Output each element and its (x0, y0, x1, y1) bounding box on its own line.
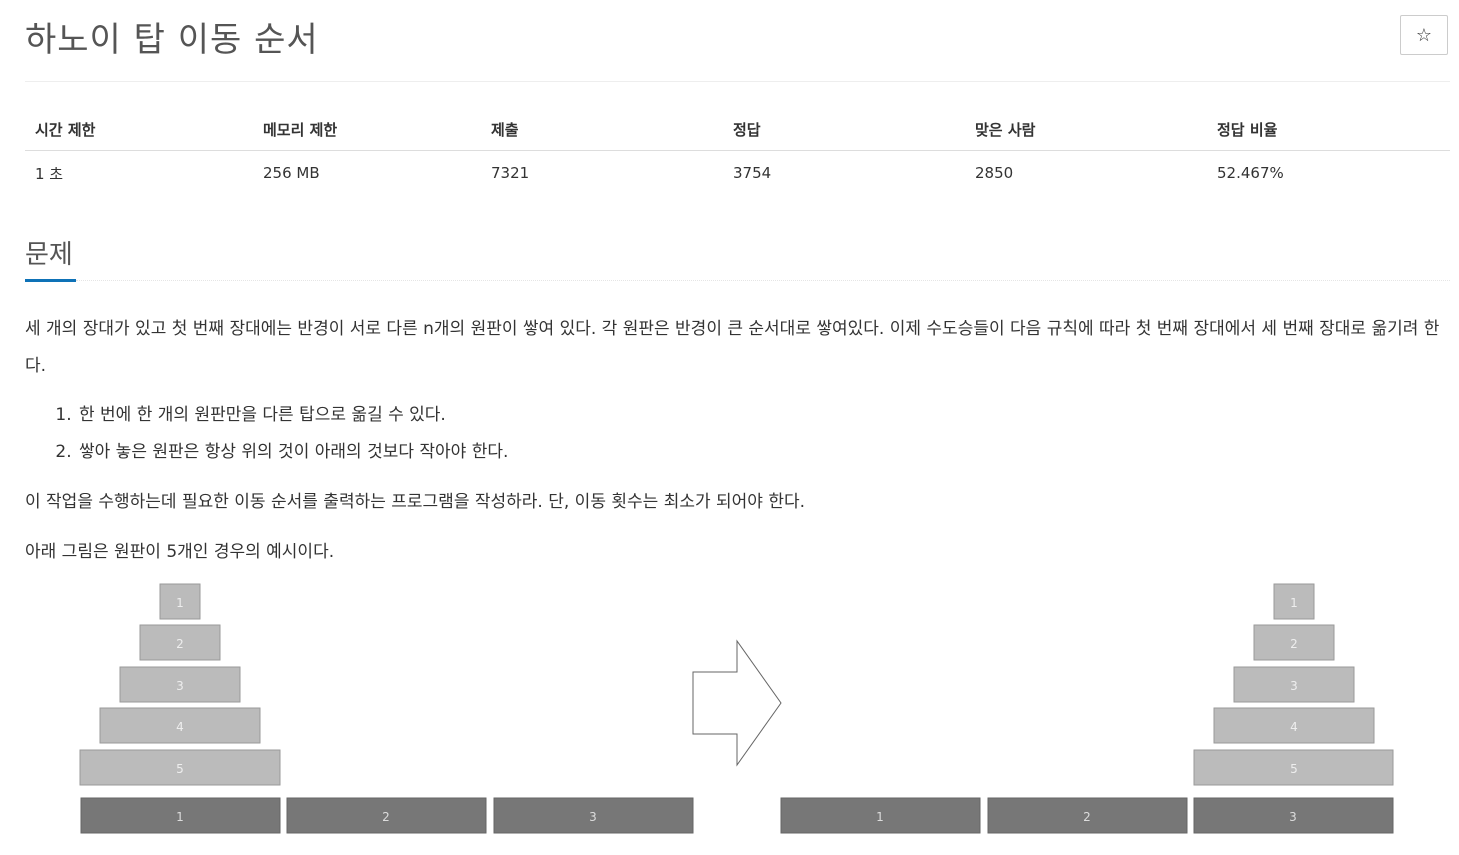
hanoi-figure: 1 2 3 4 5 1 2 3 1 2 3 4 5 1 2 3 (79, 583, 1394, 834)
peg-label-3: 3 (589, 810, 597, 824)
favorite-star-button[interactable]: ☆ (1400, 15, 1448, 55)
initial-state: 1 2 3 4 5 1 2 3 (79, 583, 694, 834)
rule-item-2: 쌓아 놓은 원판은 항상 위의 것이 아래의 것보다 작아야 한다. (77, 434, 508, 471)
disk-label-3: 3 (1290, 679, 1298, 693)
disk-label-2: 2 (1290, 637, 1298, 651)
header-accept-ratio: 정답 비율 (1207, 108, 1450, 151)
value-submissions: 7321 (491, 164, 530, 182)
header-time-limit: 시간 제한 (25, 108, 253, 151)
page-title: 하노이 탑 이동 순서 (25, 20, 319, 60)
problem-paragraph-2: 이 작업을 수행하는데 필요한 이동 순서를 출력하는 프로그램을 작성하라. … (25, 492, 806, 512)
disk-label-5: 5 (1290, 762, 1298, 776)
disk-label-1: 1 (1290, 596, 1298, 610)
peg-label-2: 2 (382, 810, 390, 824)
problem-stats-table: 시간 제한 메모리 제한 제출 정답 맞은 사람 정답 비율 1 초 256 M… (25, 108, 1450, 195)
disk-label-1: 1 (176, 596, 184, 610)
final-state: 1 2 3 4 5 1 2 3 (780, 583, 1394, 834)
section-divider (76, 280, 1450, 281)
disk-label-4: 4 (1290, 720, 1298, 734)
disk-label-2: 2 (176, 637, 184, 651)
disk-label-5: 5 (176, 762, 184, 776)
right-arrow-icon (692, 639, 782, 767)
rule-item-1: 한 번에 한 개의 원판만을 다른 탑으로 옮길 수 있다. (77, 397, 508, 434)
stats-value-row: 1 초 256 MB 7321 3754 2850 52.467% (25, 151, 1450, 196)
value-memory-limit: 256 MB (263, 164, 320, 182)
peg-label-1: 1 (876, 810, 884, 824)
disk-label-4: 4 (176, 720, 184, 734)
star-icon: ☆ (1415, 24, 1433, 46)
header-submissions: 제출 (481, 108, 723, 151)
peg-label-3: 3 (1289, 810, 1297, 824)
title-divider (25, 81, 1450, 82)
value-solvers: 2850 (975, 164, 1014, 182)
stats-header-row: 시간 제한 메모리 제한 제출 정답 맞은 사람 정답 비율 (25, 108, 1450, 151)
header-accepted: 정답 (723, 108, 965, 151)
rules-list: 한 번에 한 개의 원판만을 다른 탑으로 옮길 수 있다. 쌓아 놓은 원판은… (25, 397, 508, 471)
value-time-limit: 1 초 (35, 164, 64, 183)
value-accept-ratio: 52.467% (1217, 164, 1284, 182)
header-memory-limit: 메모리 제한 (253, 108, 481, 151)
problem-section-title: 문제 (25, 240, 73, 270)
peg-label-1: 1 (176, 810, 184, 824)
value-accepted: 3754 (733, 164, 772, 182)
problem-paragraph-3: 아래 그림은 원판이 5개인 경우의 예시이다. (25, 542, 335, 562)
problem-paragraph-1: 세 개의 장대가 있고 첫 번째 장대에는 반경이 서로 다른 n개의 원판이 … (25, 319, 1440, 376)
header-solvers: 맞은 사람 (965, 108, 1207, 151)
peg-label-2: 2 (1083, 810, 1091, 824)
section-title-underline (25, 279, 76, 282)
disk-label-3: 3 (176, 679, 184, 693)
